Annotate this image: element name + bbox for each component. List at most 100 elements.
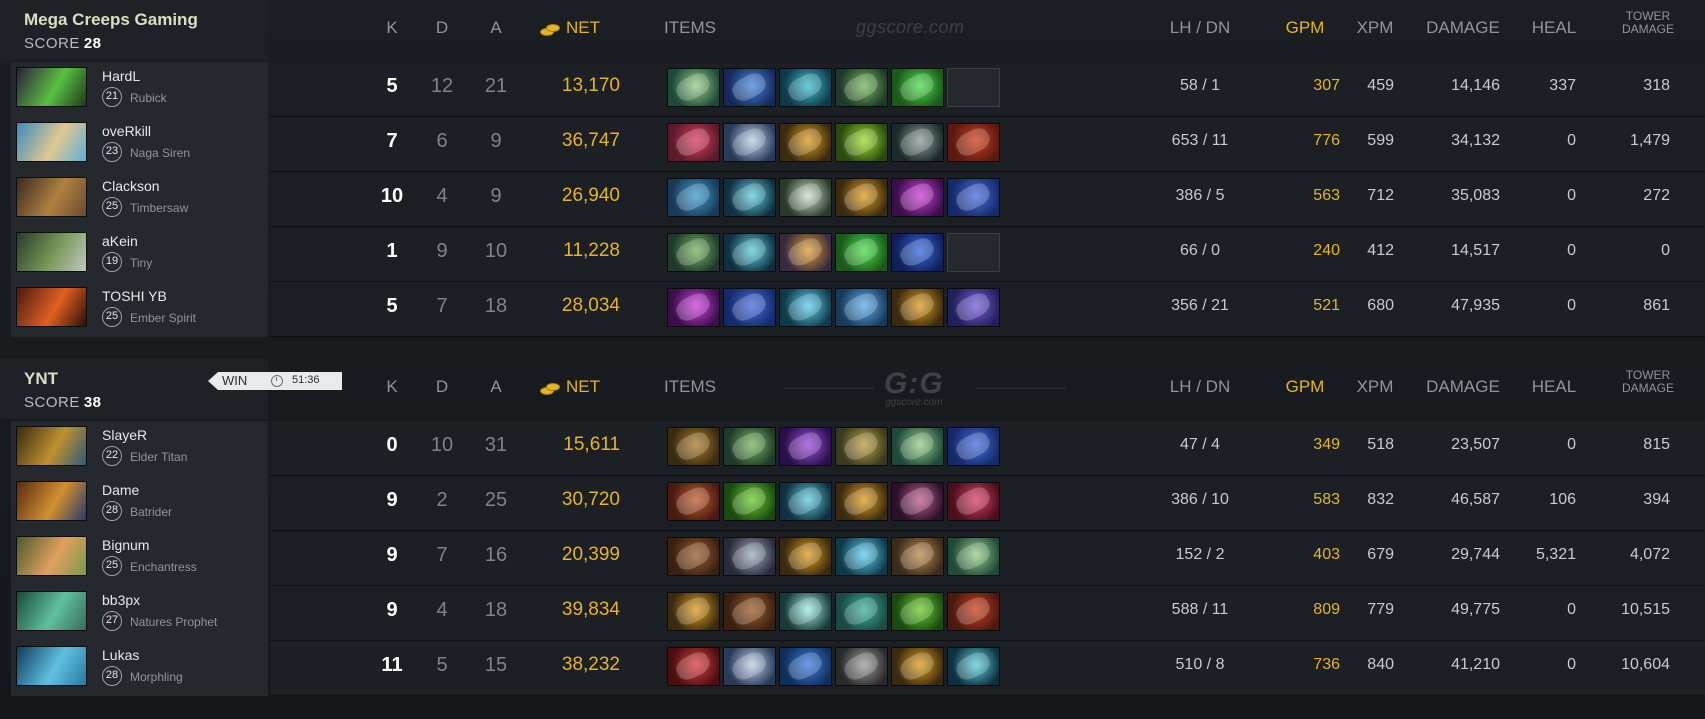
player-card[interactable]: Lukas 28 Morphling — [11, 641, 268, 696]
player-card[interactable]: bb3px 27 Natures Prophet — [11, 586, 268, 641]
item-icon[interactable] — [723, 288, 776, 327]
item-icon[interactable] — [667, 592, 720, 631]
net-worth-value: 26,940 — [561, 185, 620, 206]
item-icon[interactable] — [835, 123, 888, 162]
item-icon[interactable] — [667, 647, 720, 686]
damage-header: DAMAGE — [1426, 377, 1500, 396]
item-icon[interactable] — [835, 68, 888, 107]
deaths-value: 12 — [430, 75, 454, 97]
item-icon[interactable] — [723, 647, 776, 686]
item-icon[interactable] — [779, 647, 832, 686]
item-icon[interactable] — [667, 233, 720, 272]
item-icon[interactable] — [835, 233, 888, 272]
player-name[interactable]: Clackson — [102, 178, 160, 194]
damage-value: 49,775 — [1451, 601, 1500, 618]
player-name[interactable]: HardL — [102, 68, 140, 84]
item-icon[interactable] — [667, 288, 720, 327]
win-badge: WIN 51:36 — [208, 372, 342, 390]
player-row: bb3px 27 Natures Prophet 9 4 18 39,834 588 / 11… — [0, 584, 1705, 644]
player-card[interactable]: TOSHI YB 25 Ember Spirit — [11, 282, 268, 337]
team-name[interactable]: YNT — [24, 369, 58, 389]
item-icon[interactable] — [835, 647, 888, 686]
tower-damage-value: 815 — [1643, 436, 1670, 453]
item-icon[interactable] — [779, 592, 832, 631]
clock-icon — [271, 375, 283, 387]
team-name[interactable]: Mega Creeps Gaming — [24, 10, 198, 30]
team-header: YNT SCORE 38 WIN 51:36 K D A NET ITEMS G:G ggscore.… — [0, 359, 1705, 419]
item-icon[interactable] — [779, 537, 832, 576]
last-hits-denies-value: 510 / 8 — [1175, 656, 1225, 673]
item-icon[interactable] — [667, 537, 720, 576]
empty-item-slot[interactable] — [947, 233, 1000, 272]
player-card[interactable]: aKein 19 Tiny — [11, 227, 268, 282]
item-icon[interactable] — [667, 123, 720, 162]
player-card[interactable]: SlayeR 22 Elder Titan — [11, 421, 268, 476]
item-icon[interactable] — [891, 647, 944, 686]
net-worth-value: 39,834 — [561, 599, 620, 620]
item-icon[interactable] — [779, 288, 832, 327]
item-icon[interactable] — [779, 482, 832, 521]
item-icon[interactable] — [947, 482, 1000, 521]
item-icon[interactable] — [947, 592, 1000, 631]
item-icon[interactable] — [835, 288, 888, 327]
item-icon[interactable] — [723, 592, 776, 631]
player-name[interactable]: SlayeR — [102, 427, 147, 443]
empty-item-slot[interactable] — [947, 68, 1000, 107]
item-icon[interactable] — [891, 178, 944, 217]
player-card[interactable]: Clackson 25 Timbersaw — [11, 172, 268, 227]
item-icon[interactable] — [947, 647, 1000, 686]
player-name[interactable]: Dame — [102, 482, 139, 498]
xpm-value: 712 — [1367, 187, 1394, 204]
item-icon[interactable] — [891, 68, 944, 107]
item-icon[interactable] — [947, 288, 1000, 327]
net-worth-value: 11,228 — [563, 240, 620, 261]
item-icon[interactable] — [723, 68, 776, 107]
watermark-divider — [784, 388, 874, 389]
player-card[interactable]: HardL 21 Rubick — [11, 62, 268, 117]
item-icon[interactable] — [723, 233, 776, 272]
player-card[interactable]: oveRkill 23 Naga Siren — [11, 117, 268, 172]
item-icon[interactable] — [779, 233, 832, 272]
item-icon[interactable] — [723, 123, 776, 162]
item-icon[interactable] — [891, 427, 944, 466]
item-icon[interactable] — [779, 178, 832, 217]
item-icon[interactable] — [891, 592, 944, 631]
item-icon[interactable] — [723, 537, 776, 576]
item-icon[interactable] — [891, 288, 944, 327]
item-icon[interactable] — [835, 178, 888, 217]
item-icon[interactable] — [891, 482, 944, 521]
item-icon[interactable] — [947, 537, 1000, 576]
xpm-value: 832 — [1367, 491, 1394, 508]
item-icon[interactable] — [835, 537, 888, 576]
item-icon[interactable] — [891, 233, 944, 272]
item-icon[interactable] — [891, 537, 944, 576]
player-name[interactable]: Bignum — [102, 537, 149, 553]
player-name[interactable]: oveRkill — [102, 123, 151, 139]
item-icon[interactable] — [667, 68, 720, 107]
item-icon[interactable] — [947, 123, 1000, 162]
item-icon[interactable] — [835, 592, 888, 631]
net-worth-value: 13,170 — [561, 75, 620, 96]
tower-damage-value: 0 — [1661, 242, 1670, 259]
item-icon[interactable] — [667, 482, 720, 521]
item-icon[interactable] — [947, 427, 1000, 466]
player-card[interactable]: Dame 28 Batrider — [11, 476, 268, 531]
item-icon[interactable] — [891, 123, 944, 162]
deaths-value: 10 — [430, 434, 454, 456]
player-name[interactable]: bb3px — [102, 592, 140, 608]
item-icon[interactable] — [779, 123, 832, 162]
item-icon[interactable] — [667, 178, 720, 217]
player-name[interactable]: TOSHI YB — [102, 288, 167, 304]
player-card[interactable]: Bignum 25 Enchantress — [11, 531, 268, 586]
item-icon[interactable] — [835, 427, 888, 466]
item-icon[interactable] — [779, 427, 832, 466]
player-name[interactable]: Lukas — [102, 647, 139, 663]
item-icon[interactable] — [723, 482, 776, 521]
item-icon[interactable] — [779, 68, 832, 107]
item-icon[interactable] — [723, 178, 776, 217]
item-icon[interactable] — [667, 427, 720, 466]
item-icon[interactable] — [947, 178, 1000, 217]
item-icon[interactable] — [835, 482, 888, 521]
item-icon[interactable] — [723, 427, 776, 466]
player-name[interactable]: aKein — [102, 233, 138, 249]
